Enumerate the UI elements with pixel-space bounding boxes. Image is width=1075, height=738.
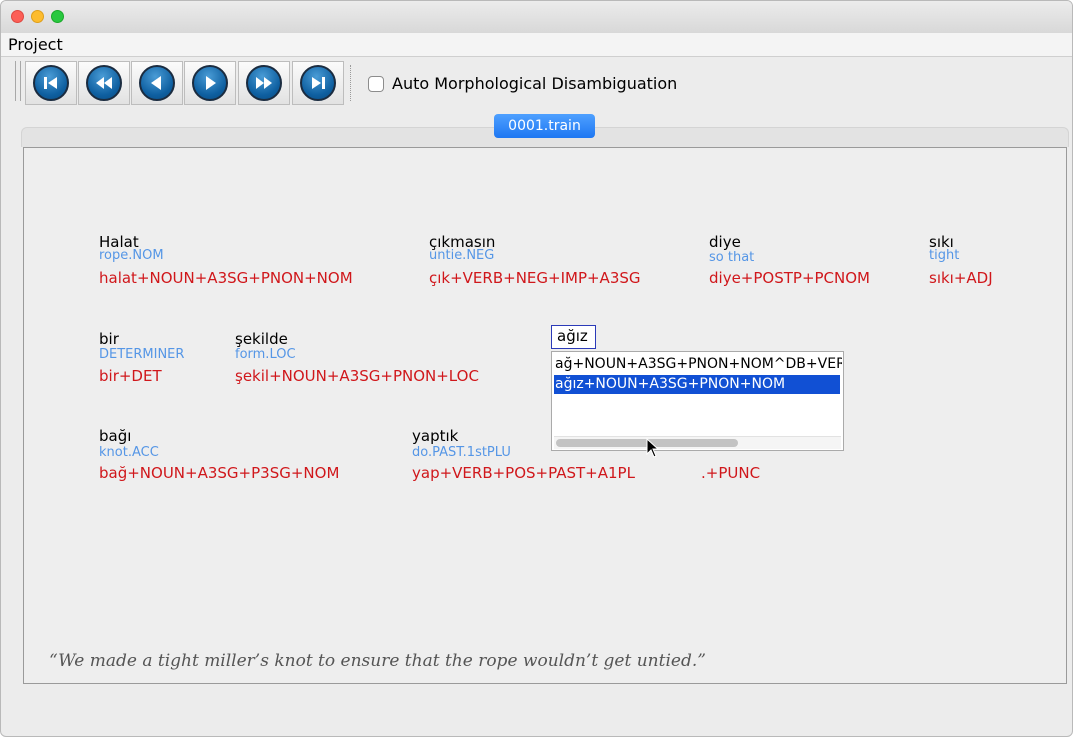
translation-text: “We made a tight miller’s knot to ensure… — [49, 651, 706, 671]
minimize-window-button[interactable] — [31, 10, 44, 23]
title-bar — [1, 1, 1072, 34]
previous-button[interactable] — [131, 61, 183, 105]
dropdown-horizontal-scrollbar[interactable] — [554, 436, 841, 449]
fast-forward-icon — [246, 65, 282, 101]
menu-project[interactable]: Project — [8, 35, 63, 54]
gloss-yaptik: do.PAST.1stPLU — [412, 445, 511, 460]
word-diye[interactable]: diye — [709, 233, 741, 251]
next-icon — [192, 65, 228, 101]
morph-punctuation[interactable]: .+PUNC — [701, 464, 760, 482]
gloss-sekilde: form.LOC — [235, 347, 296, 362]
auto-disambiguation-checkbox[interactable] — [368, 76, 384, 92]
word-yaptik[interactable]: yaptık — [412, 427, 458, 445]
gloss-bagi: knot.ACC — [99, 445, 159, 460]
mouse-pointer-icon — [646, 438, 660, 458]
last-sentence-button[interactable] — [292, 61, 344, 105]
auto-disambiguation-label[interactable]: Auto Morphological Disambiguation — [392, 74, 677, 93]
fast-backward-button[interactable] — [78, 61, 130, 105]
morph-diye[interactable]: diye+POSTP+PCNOM — [709, 269, 870, 287]
first-sentence-button[interactable] — [25, 61, 77, 105]
last-icon — [300, 65, 336, 101]
app-window: Project Auto Morphological Disambiguatio… — [0, 0, 1073, 737]
fast-forward-button[interactable] — [238, 61, 290, 105]
analysis-option-selected[interactable]: ağız+NOUN+A3SG+PNON+NOM — [554, 375, 840, 394]
fast-backward-icon — [86, 65, 122, 101]
morph-bagi[interactable]: bağ+NOUN+A3SG+P3SG+NOM — [99, 464, 339, 482]
analysis-dropdown[interactable]: ağ+NOUN+A3SG+PNON+NOM^DB+VERB+ZERO+PRES+… — [551, 351, 844, 451]
maximize-window-button[interactable] — [51, 10, 64, 23]
first-icon — [33, 65, 69, 101]
toolbar-separator — [350, 65, 352, 101]
close-window-button[interactable] — [11, 10, 24, 23]
tab-0001-train[interactable]: 0001.train — [494, 114, 595, 138]
menu-bar: Project — [1, 33, 1072, 57]
morph-halat[interactable]: halat+NOUN+A3SG+PNON+NOM — [99, 269, 353, 287]
gloss-diye: so that — [709, 250, 755, 265]
toolbar-grip[interactable] — [15, 61, 16, 101]
word-bagi[interactable]: bağı — [99, 427, 131, 445]
toolbar-grip[interactable] — [20, 61, 21, 101]
gloss-halat: rope.NOM — [99, 248, 164, 263]
morph-yaptik[interactable]: yap+VERB+POS+PAST+A1PL — [412, 464, 635, 482]
morph-sekilde[interactable]: şekil+NOUN+A3SG+PNON+LOC — [235, 367, 479, 385]
gloss-bir: DETERMINER — [99, 347, 185, 362]
gloss-siki: tight — [929, 248, 960, 263]
morph-cikmasin[interactable]: çık+VERB+NEG+IMP+A3SG — [429, 269, 641, 287]
word-edit-field[interactable]: ağız — [551, 325, 596, 349]
word-bir[interactable]: bir — [99, 330, 119, 348]
previous-icon — [139, 65, 175, 101]
morph-bir[interactable]: bir+DET — [99, 367, 162, 385]
next-button[interactable] — [184, 61, 236, 105]
annotation-panel — [23, 147, 1067, 684]
gloss-cikmasin: untie.NEG — [429, 248, 495, 263]
word-sekilde[interactable]: şekilde — [235, 330, 288, 348]
analysis-option[interactable]: ağ+NOUN+A3SG+PNON+NOM^DB+VERB+ZERO+PRES+… — [554, 355, 842, 374]
toolbar: Auto Morphological Disambiguation — [1, 57, 1072, 107]
morph-siki[interactable]: sıkı+ADJ — [929, 269, 993, 287]
